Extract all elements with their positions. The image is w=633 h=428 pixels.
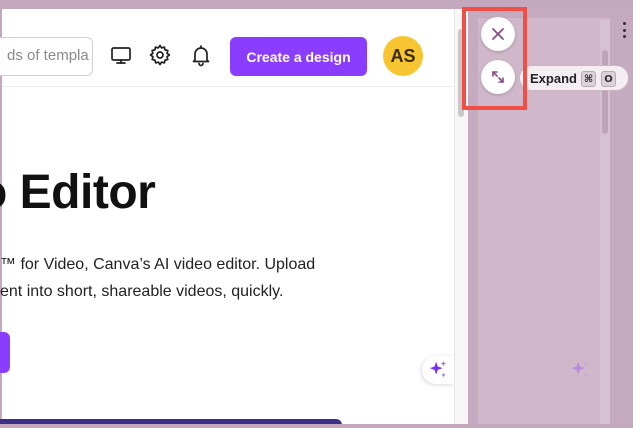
search-placeholder: ds of templa bbox=[7, 47, 89, 64]
close-button[interactable] bbox=[481, 17, 515, 51]
search-input[interactable]: ds of templa bbox=[0, 37, 93, 76]
expand-tooltip: Expand ⌘ O bbox=[519, 65, 629, 91]
side-panel-scrollbar-thumb[interactable] bbox=[602, 50, 608, 134]
page-title: o Editor bbox=[0, 166, 156, 219]
side-sparkle-button[interactable] bbox=[566, 356, 594, 384]
shortcut-key: ⌘ bbox=[581, 71, 596, 87]
bell-icon[interactable] bbox=[189, 43, 213, 67]
description-line: ™ for Video, Canva’s AI video editor. Up… bbox=[0, 256, 316, 273]
magic-sparkle-button[interactable] bbox=[422, 356, 454, 384]
shortcut-key: O bbox=[601, 71, 616, 87]
more-options-icon[interactable] bbox=[623, 22, 627, 38]
hero-description: ™ for Video, Canva’s AI video editor. Up… bbox=[0, 251, 315, 305]
close-icon bbox=[492, 28, 504, 40]
window-frame-top bbox=[0, 0, 633, 9]
expand-icon bbox=[492, 71, 504, 83]
create-design-button[interactable]: Create a design bbox=[230, 37, 367, 76]
sparkle-icon bbox=[429, 360, 447, 378]
sparkle-icon bbox=[571, 360, 589, 378]
window-frame-bottom bbox=[0, 424, 633, 428]
monitor-icon[interactable] bbox=[109, 43, 133, 67]
avatar[interactable]: AS bbox=[383, 36, 423, 76]
tooltip-label: Expand bbox=[530, 70, 577, 86]
cta-button-partial[interactable] bbox=[0, 332, 10, 373]
gear-icon[interactable] bbox=[148, 43, 172, 67]
description-line: ent into short, shareable videos, quickl… bbox=[0, 283, 284, 300]
top-header: ds of templa Create a design AS bbox=[0, 9, 454, 87]
expand-button[interactable] bbox=[481, 60, 515, 94]
